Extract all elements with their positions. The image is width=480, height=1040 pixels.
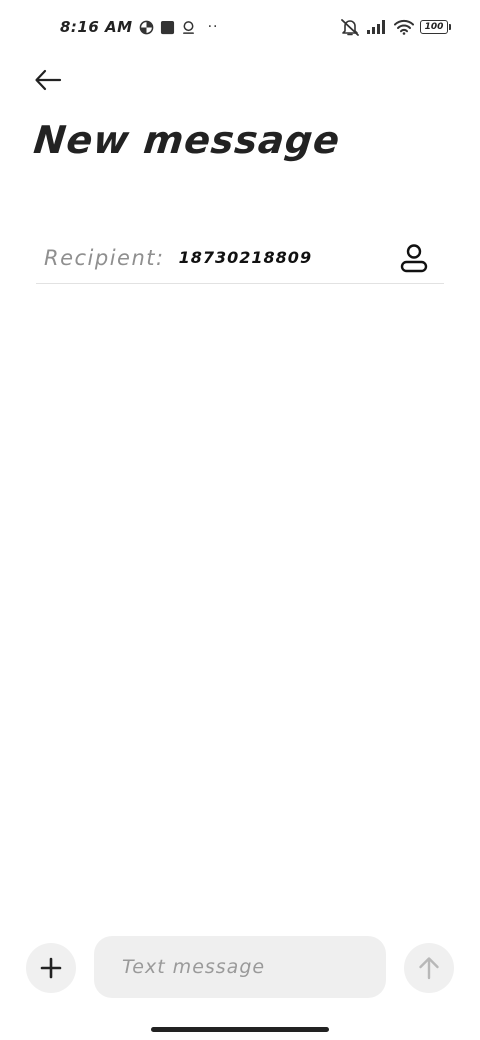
person-icon [400,243,428,273]
message-input-container[interactable] [94,936,386,998]
location-icon [181,20,196,35]
signal-icon [366,19,388,35]
data-saver-icon [139,20,154,35]
page-title: New message [31,118,343,162]
add-attachment-button[interactable] [26,943,76,993]
more-notifications-dots: ·· [207,19,219,35]
back-button[interactable] [30,62,66,98]
arrow-left-icon [34,69,62,91]
square-notification-icon [160,20,175,35]
battery-icon: 100 [420,20,451,34]
status-left: 8:16 AM ·· [60,18,218,36]
recipient-label: Recipient: [44,245,165,270]
contact-picker-button[interactable] [394,238,434,278]
new-message-screen: 8:16 AM ·· 100 New message Recipient: 18… [0,0,480,1040]
wifi-icon [394,19,414,35]
home-indicator[interactable] [151,1027,329,1032]
status-right: 100 [340,18,451,36]
battery-level: 100 [424,22,444,32]
send-button[interactable] [404,943,454,993]
recipient-row[interactable]: Recipient: 18730218809 [36,232,444,284]
status-time: 8:16 AM [60,18,133,36]
arrow-up-icon [418,956,440,980]
mute-icon [340,18,360,36]
message-input[interactable] [120,955,386,979]
recipient-value[interactable]: 18730218809 [179,248,394,267]
plus-icon [40,957,62,979]
status-bar: 8:16 AM ·· 100 [0,0,480,54]
